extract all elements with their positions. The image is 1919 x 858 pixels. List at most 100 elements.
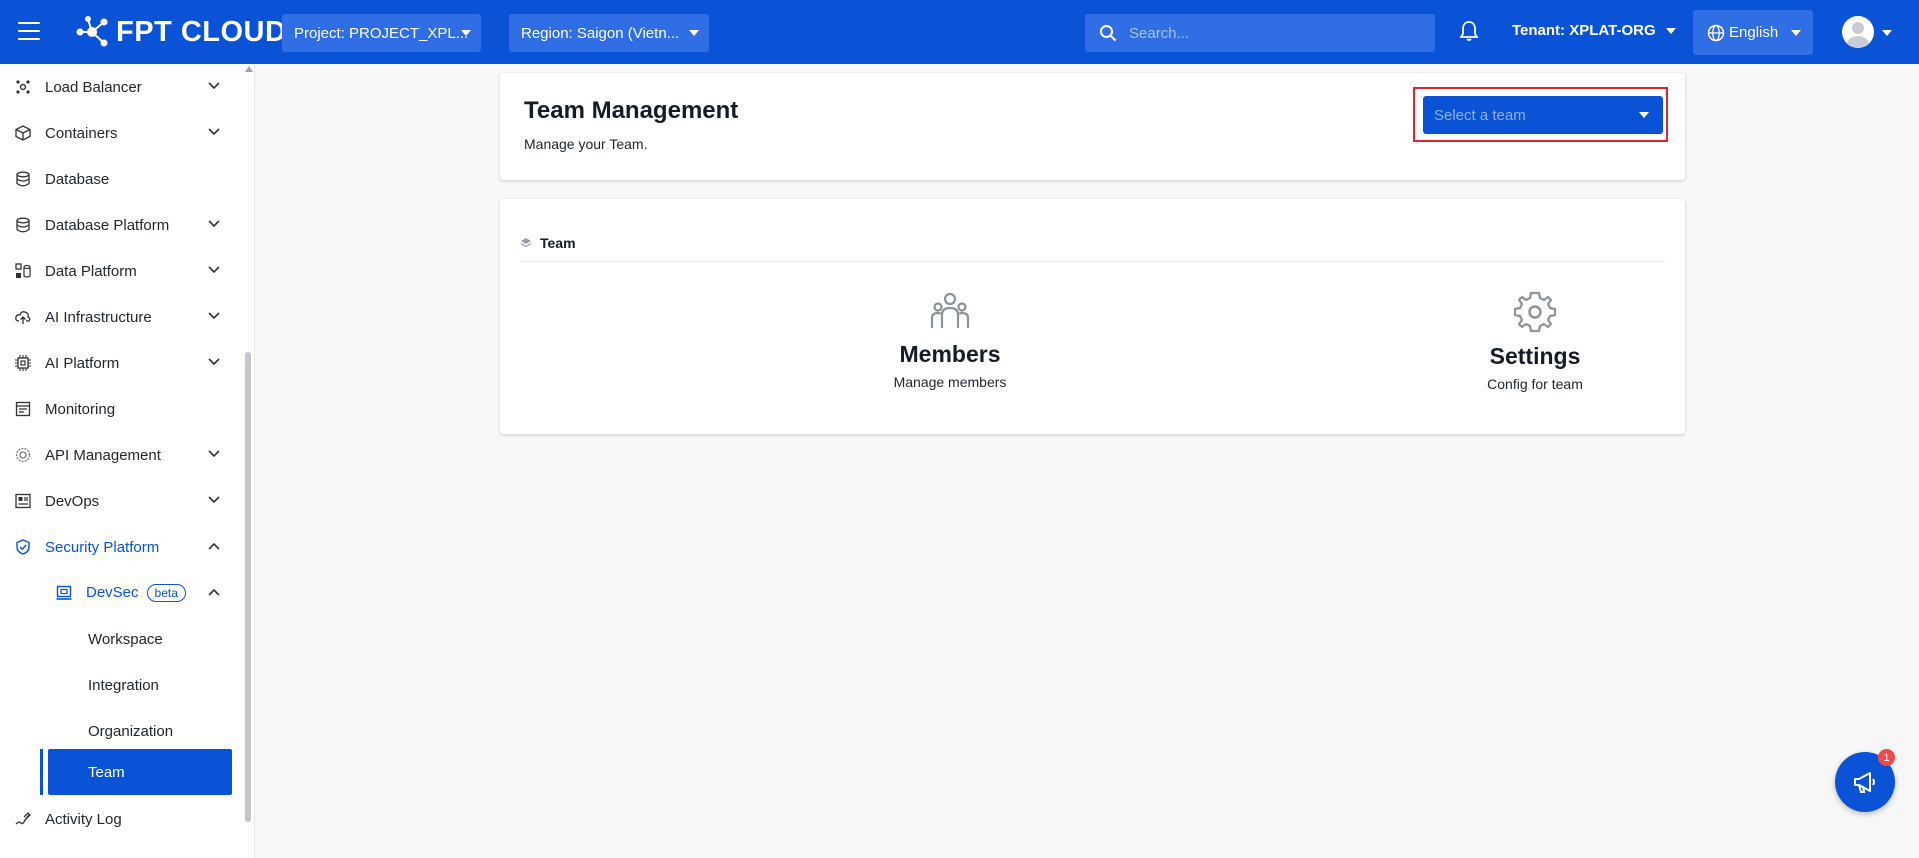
team-section-header: Team [520,235,576,251]
data-platform-icon [15,263,31,278]
sidebar-item-label: Data Platform [45,262,137,280]
logo[interactable]: FPT CLOUD [74,14,286,50]
layers-icon [520,238,532,248]
selection-indicator [40,749,43,795]
database-platform-icon [16,217,30,233]
sidebar-item-monitoring[interactable]: Monitoring [0,386,240,432]
region-selector-label: Region: Saigon (Vietn... [521,24,680,42]
sidebar-item-team[interactable]: Team [48,749,232,795]
sidebar-item-database[interactable]: Database [0,156,240,202]
team-select-highlight: Select a team [1413,87,1668,142]
search-input[interactable] [1129,24,1419,42]
user-icon [1847,22,1869,48]
team-select-placeholder: Select a team [1434,106,1526,124]
sidebar-item-api-management[interactable]: API Management [0,432,240,478]
region-selector[interactable]: Region: Saigon (Vietn... [509,14,709,52]
tenant-selector[interactable]: Tenant: XPLAT-ORG [1512,22,1676,39]
monitor-icon [15,401,31,417]
devsec-icon [56,585,72,600]
chevron-down-icon [208,220,220,228]
settings-title: Settings [1489,343,1581,369]
sidebar-item-label: Database Platform [45,216,170,234]
api-icon [15,447,31,463]
activity-log-icon [15,812,31,825]
chevron-down-icon [208,496,220,504]
chip-icon [15,355,31,371]
sidebar: Load Balancer Containers Database Databa… [0,64,255,858]
sidebar-item-devsec[interactable]: DevSec beta [0,570,240,616]
sidebar-item-containers[interactable]: Containers [0,110,240,156]
sidebar-item-label: Workspace [88,630,163,648]
team-select-dropdown[interactable]: Select a team [1423,96,1663,134]
sidebar-item-ai-infrastructure[interactable]: AI Infrastructure [0,294,240,340]
chevron-up-icon [208,542,220,550]
sidebar-scrollbar[interactable] [245,352,251,822]
sidebar-item-ai-platform[interactable]: AI Platform [0,340,240,386]
caret-down-icon [1791,30,1801,36]
language-selector[interactable]: English [1693,10,1813,55]
sidebar-item-devops[interactable]: DevOps [0,478,240,524]
shield-icon [16,539,30,555]
sidebar-item-integration[interactable]: Integration [0,662,240,708]
cloud-upload-icon [15,311,31,324]
caret-down-icon [1639,112,1649,118]
chevron-down-icon [208,128,220,136]
avatar[interactable] [1842,16,1874,48]
project-selector-label: Project: PROJECT_XPL... [294,24,469,42]
members-tile[interactable]: Members Manage members [800,291,1100,390]
team-section-title: Team [540,235,576,251]
sidebar-item-label: Monitoring [45,400,116,418]
sidebar-item-workspace[interactable]: Workspace [0,616,240,662]
caret-down-icon [1665,27,1676,34]
sidebar-item-database-platform[interactable]: Database Platform [0,202,240,248]
logo-icon [76,16,108,47]
globe-icon [1707,24,1725,41]
sidebar-item-organization[interactable]: Organization [0,708,240,754]
sidebar-item-label: Containers [45,124,118,142]
sidebar-item-label: Integration [88,676,159,694]
team-card: Team Members Manage members Settings Con… [500,199,1685,434]
sidebar-item-label: Load Balancer [45,78,142,96]
sidebar-item-activity-log[interactable]: Activity Log [0,796,240,842]
gear-icon [1514,291,1556,333]
notification-badge: 1 [1878,749,1895,766]
project-selector[interactable]: Project: PROJECT_XPL... [282,14,481,52]
sidebar-item-label: Organization [88,722,174,740]
sidebar-item-label: AI Platform [45,354,120,372]
members-title: Members [899,341,1001,367]
members-description: Manage members [893,374,1007,390]
settings-tile[interactable]: Settings Config for team [1385,291,1685,392]
sidebar-item-label: Security Platform [45,538,160,556]
devops-icon [15,493,31,509]
chevron-down-icon [208,450,220,458]
chevron-down-icon [208,358,220,366]
load-balancer-icon [16,80,30,94]
megaphone-icon [1854,772,1875,793]
database-icon [16,171,30,187]
sidebar-item-security-platform[interactable]: Security Platform [0,524,240,570]
notification-bell-icon[interactable] [1460,20,1478,42]
chevron-down-icon [208,82,220,90]
sidebar-item-label: DevSec beta [86,584,186,602]
chevron-down-icon [208,266,220,274]
sidebar-item-label: Database [45,170,110,188]
devsec-label: DevSec [86,584,139,601]
avatar-caret-icon[interactable] [1882,30,1892,36]
sidebar-item-load-balancer[interactable]: Load Balancer [0,64,240,110]
logo-text: FPT CLOUD [116,15,287,48]
team-management-card: Team Management Manage your Team. Select… [500,73,1685,180]
chevron-down-icon [208,312,220,320]
page-subtitle: Manage your Team. [524,136,648,152]
sidebar-item-data-platform[interactable]: Data Platform [0,248,240,294]
page-title: Team Management [524,97,739,124]
sidebar-item-label: Activity Log [45,810,122,828]
scroll-up-arrow-icon[interactable] [245,66,253,72]
sidebar-item-label: Team [88,763,125,781]
caret-down-icon [461,30,471,36]
search-box [1085,14,1435,52]
menu-icon[interactable] [18,22,40,40]
settings-description: Config for team [1487,376,1583,392]
beta-badge: beta [146,584,186,602]
sidebar-item-label: API Management [45,446,161,464]
search-icon [1100,25,1117,42]
